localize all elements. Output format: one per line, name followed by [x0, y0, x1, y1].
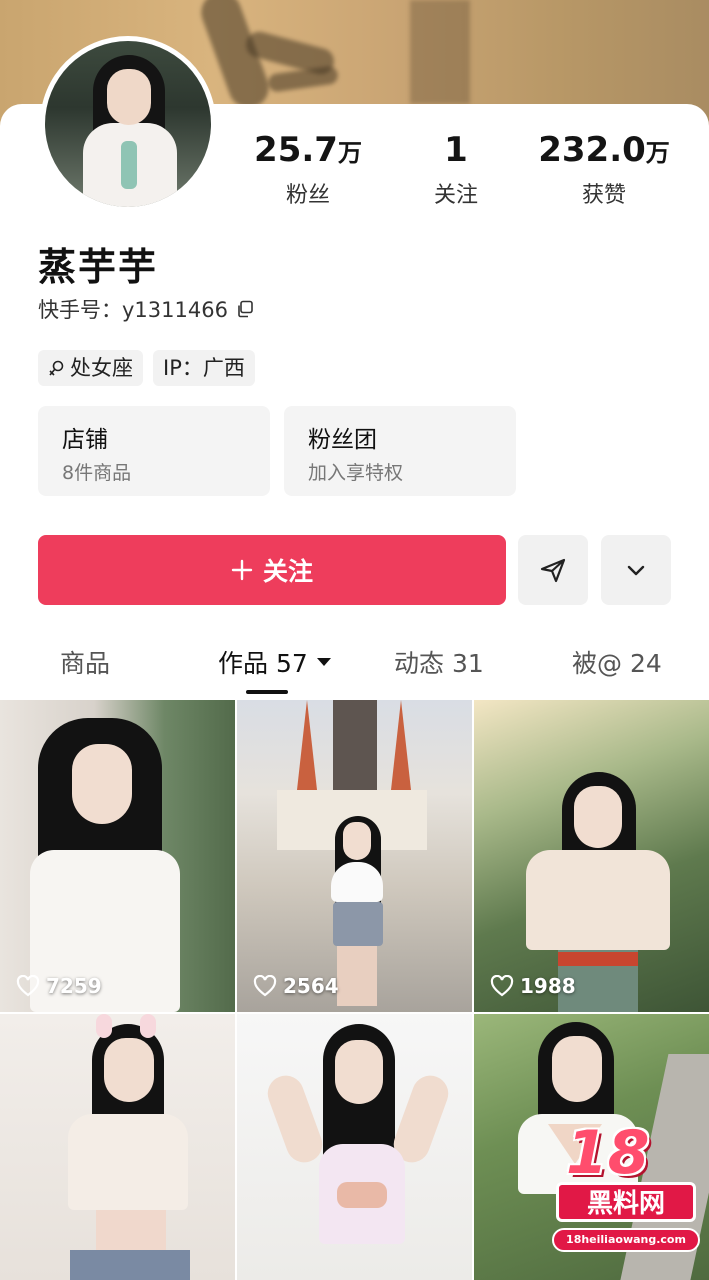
site-watermark-logo: 18 黑料网 18heiliaowang.com: [552, 1118, 700, 1258]
virgo-icon: [49, 360, 64, 376]
video-thumbnail[interactable]: 1988: [474, 700, 709, 1012]
video-thumbnail[interactable]: [0, 1014, 235, 1280]
watermark-url: 18heiliaowang.com: [552, 1228, 700, 1252]
entry-title: 店铺: [62, 427, 108, 453]
shop-entry[interactable]: 店铺 8件商品: [38, 406, 270, 496]
video-thumbnail[interactable]: [237, 1014, 472, 1280]
copy-icon[interactable]: [236, 300, 254, 318]
active-tab-indicator: [246, 690, 288, 694]
chevron-down-icon: [627, 565, 645, 576]
like-count: 7259: [16, 974, 102, 998]
video-thumbnail[interactable]: 2564: [237, 700, 472, 1012]
tag-label: 处女座: [70, 356, 133, 380]
stat-number: 25.7: [254, 130, 338, 170]
heart-icon: [16, 975, 40, 997]
user-id: 快手号：y1311466: [38, 294, 254, 324]
tag-ip: IP：广西: [153, 350, 255, 386]
stat-label: 获赞: [581, 183, 626, 208]
stat-likes[interactable]: 232.0万 获赞: [534, 128, 674, 209]
tab-moments[interactable]: 动态 31: [394, 644, 484, 680]
user-id-label: 快手号：: [38, 298, 122, 322]
profile-name: 蒸芋芋: [38, 245, 159, 289]
tab-works[interactable]: 作品 57: [218, 644, 332, 680]
stat-label: 关注: [433, 183, 478, 208]
stat-following[interactable]: 1 关注: [386, 128, 526, 209]
tag-zodiac[interactable]: 处女座: [38, 350, 143, 386]
stat-unit: 万: [337, 139, 362, 167]
stat-label: 粉丝: [285, 183, 330, 208]
profile-tabs: 商品 作品 57 动态 31 被@ 24: [0, 636, 709, 700]
like-count-value: 1988: [520, 974, 576, 998]
caret-down-icon: [316, 658, 331, 666]
stat-unit: 万: [645, 139, 670, 167]
avatar[interactable]: [40, 36, 216, 212]
share-button[interactable]: [518, 535, 588, 605]
fan-club-entry[interactable]: 粉丝团 加入享特权: [284, 406, 516, 496]
user-id-value: y1311466: [122, 298, 228, 322]
video-thumbnail[interactable]: 7259: [0, 700, 235, 1012]
send-icon: [540, 558, 566, 583]
like-count-value: 2564: [283, 974, 339, 998]
tab-label: 作品 57: [218, 649, 308, 678]
heart-icon: [253, 975, 277, 997]
entry-subtitle: 8件商品: [62, 462, 132, 484]
like-count-value: 7259: [46, 974, 102, 998]
tab-products[interactable]: 商品: [60, 644, 110, 680]
follow-button[interactable]: 关注: [38, 535, 506, 605]
stat-number: 232.0: [538, 130, 646, 170]
stat-number: 1: [444, 130, 468, 170]
like-count: 2564: [253, 974, 339, 998]
watermark-number: 18: [566, 1118, 650, 1188]
more-button[interactable]: [601, 535, 671, 605]
entry-title: 粉丝团: [308, 427, 377, 453]
tab-mentions[interactable]: 被@ 24: [572, 644, 662, 680]
tag-label: IP：广西: [163, 356, 245, 380]
watermark-name: 黑料网: [556, 1182, 696, 1222]
like-count: 1988: [490, 974, 576, 998]
heart-icon: [490, 975, 514, 997]
stat-followers[interactable]: 25.7万 粉丝: [238, 128, 378, 209]
profile-tags: 处女座 IP：广西: [38, 350, 255, 386]
follow-label: 关注: [262, 557, 313, 586]
entry-subtitle: 加入享特权: [308, 462, 404, 484]
plus-icon: [231, 559, 253, 581]
